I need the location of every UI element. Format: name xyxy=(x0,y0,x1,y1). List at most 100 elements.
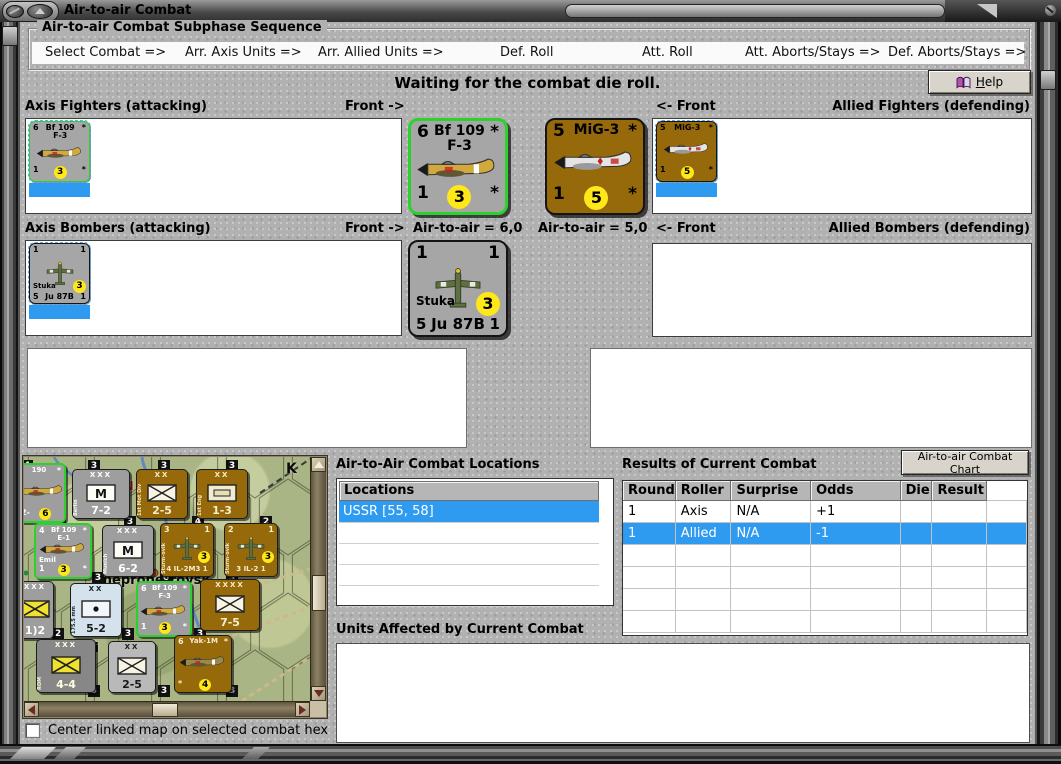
results-header-cell: Roller xyxy=(675,481,732,501)
results-cell xyxy=(901,611,933,632)
border-knob xyxy=(2,26,18,46)
results-cell xyxy=(987,589,1027,610)
dialog-client-area: Air-to-air Combat Subphase Sequence Sele… xyxy=(20,20,1035,744)
map-horizontal-scrollbar[interactable] xyxy=(24,701,310,717)
yak-plane-image xyxy=(179,656,224,667)
results-header-cell: Odds xyxy=(811,481,901,501)
results-row[interactable] xyxy=(623,567,1027,589)
axis-bomber-counter[interactable]: 11 Stuka 3 5 Ju 87B 1 xyxy=(28,242,91,305)
results-row[interactable]: 1 Allied N/A -1 xyxy=(623,523,1027,545)
location-row-empty[interactable] xyxy=(339,523,599,544)
map-unit-counter[interactable]: 190* 2-6 xyxy=(24,463,66,523)
results-cell xyxy=(932,523,988,544)
map-unit-counter[interactable]: 6 Bf 109 F-3 * 1 3 * xyxy=(136,581,192,637)
center-map-option[interactable]: Center linked map on selected combat hex xyxy=(25,723,328,738)
results-cell xyxy=(932,567,988,588)
allied-fighters-list[interactable]: 5 MiG-3 * 1 5 * xyxy=(652,118,1032,214)
location-row-empty[interactable] xyxy=(339,565,599,586)
location-row-empty[interactable] xyxy=(339,544,599,565)
axis-reserve-box xyxy=(27,348,467,448)
allied-front-fighter-counter[interactable]: 5 MiG-3 * 1 5 * xyxy=(545,118,645,215)
system-menu-icon[interactable] xyxy=(6,5,24,18)
militia-symbol: M xyxy=(86,483,116,502)
locations-table[interactable]: Locations USSR [55, 58] xyxy=(336,478,614,607)
map-vertical-scrollbar[interactable] xyxy=(310,457,326,701)
map-unit-counter[interactable]: Munich XXX M 6-2 xyxy=(102,525,154,577)
axis-front-fighter-counter[interactable]: 6 Bf 109 F-3 * 1 3 * xyxy=(408,118,508,215)
window-system-buttons[interactable] xyxy=(2,1,59,22)
map-unit-counter[interactable]: XXXX 7-5 xyxy=(200,579,260,631)
results-row[interactable] xyxy=(623,589,1027,611)
scroll-right-button[interactable] xyxy=(295,702,310,717)
close-icon[interactable] xyxy=(977,4,997,18)
location-row[interactable]: USSR [55, 58] xyxy=(339,501,599,523)
map-unit-counter[interactable]: Sturm-ovik 2 1 33 IL-2 1 xyxy=(224,523,278,577)
window-title: Air-to-air Combat xyxy=(64,3,192,18)
results-table-body[interactable]: 1 Axis N/A +1 1 Allied N/A -1 xyxy=(623,501,1027,633)
map-unit-counter[interactable]: Sturm-ovik 3 1 34 IL-2M3 1 xyxy=(160,523,214,577)
axis-bombers-list[interactable]: 11 Stuka 3 5 Ju 87B 1 xyxy=(25,240,402,336)
locations-column-header[interactable]: Locations xyxy=(339,481,599,501)
allied-bombers-list[interactable] xyxy=(652,243,1032,337)
vertical-scrollbar-thumb[interactable] xyxy=(312,575,326,611)
mig-plane-image xyxy=(554,151,632,170)
axis-fighter-counter[interactable]: 6 Bf 109 F-3 * 1 3 * xyxy=(28,120,91,183)
results-row[interactable] xyxy=(623,611,1027,633)
results-row[interactable] xyxy=(623,545,1027,567)
map-unit-counter[interactable]: Berlin XXX M 7-2 xyxy=(72,469,130,519)
allied-fighter-counter[interactable]: 5 MiG-3 * 1 5 * xyxy=(655,120,718,183)
scrollbar-corner xyxy=(310,701,326,717)
bf109-plane-image xyxy=(140,604,185,616)
arrow-right-icon xyxy=(299,704,306,715)
help-button[interactable]: Help xyxy=(928,70,1031,94)
map-unit-counter[interactable]: ROMXXX1)2 xyxy=(24,581,54,639)
help-book-icon xyxy=(956,76,971,89)
sequence-step: Arr. Allied Units => xyxy=(318,45,444,60)
axis-front-bomber-counter[interactable]: 11 Stuka 3 5 Ju 87B 1 xyxy=(408,240,508,337)
results-header-cell: Surprise xyxy=(731,481,812,501)
axis-fighters-list[interactable]: 6 Bf 109 F-3 * 1 3 * xyxy=(25,118,402,214)
results-panel-title: Results of Current Combat xyxy=(622,457,817,472)
combat-chart-button[interactable]: Air-to-air Combat Chart xyxy=(901,450,1029,476)
results-cell xyxy=(676,545,732,566)
results-cell: +1 xyxy=(811,501,901,522)
map-unit-counter[interactable]: XX 2-5 xyxy=(108,641,156,693)
axis-air-to-air-value: Air-to-air = 6,0 xyxy=(413,221,523,236)
sequence-step: Def. Aborts/Stays => xyxy=(888,45,1027,60)
results-cell: N/A xyxy=(731,523,812,544)
results-cell xyxy=(932,501,988,522)
bf109-plane-image xyxy=(24,485,62,496)
minimize-icon[interactable] xyxy=(27,4,53,19)
scroll-down-button[interactable] xyxy=(311,686,326,701)
allied-fighter-front-label: <- Front xyxy=(656,99,716,114)
horizontal-scrollbar-thumb[interactable] xyxy=(152,703,178,717)
results-cell xyxy=(932,611,988,632)
results-table[interactable]: Round Roller Surprise Odds Die Result 1 Axis N/… xyxy=(622,480,1028,636)
results-header-row: Round Roller Surprise Odds Die Result xyxy=(623,481,1028,501)
center-map-checkbox[interactable] xyxy=(25,723,40,738)
militia-symbol: M xyxy=(113,540,143,559)
map-unit-counter[interactable]: 1st Mot Div XX 2-5 xyxy=(136,469,188,519)
map-unit-counter[interactable]: 4 Bf 109 E-1 * Emil 1 3 * xyxy=(34,523,92,579)
allied-bomber-front-label: <- Front xyxy=(656,221,716,236)
screw-ornament-icon xyxy=(1045,5,1056,16)
map-view[interactable]: DnepropetrovskKriKAINR433323423632333331… xyxy=(24,457,310,701)
location-row-empty[interactable] xyxy=(339,586,599,607)
scroll-up-button[interactable] xyxy=(311,457,326,472)
artillery-symbol xyxy=(81,599,111,618)
scroll-left-button[interactable] xyxy=(24,702,39,717)
titlebar-right-panel xyxy=(945,0,1061,22)
map-unit-counter[interactable]: 175.5 mm XX 5-2 xyxy=(70,583,122,637)
results-cell: Allied xyxy=(676,523,732,544)
infantry-symbol xyxy=(51,655,81,674)
map-unit-counter[interactable]: ROM XXX 4-4 xyxy=(36,639,96,693)
stuka-plane-image xyxy=(237,536,265,560)
results-row[interactable]: 1 Axis N/A +1 xyxy=(623,501,1027,523)
city-label: K xyxy=(286,461,297,477)
map-unit-counter[interactable]: 1st Eng XX 1-3 xyxy=(196,469,248,519)
map-unit-counter[interactable]: 6 Yak-1M * * 4 xyxy=(174,635,232,693)
locations-table-body[interactable]: USSR [55, 58] xyxy=(339,501,611,607)
results-cell xyxy=(623,545,676,566)
infantry-symbol xyxy=(24,599,50,618)
results-cell xyxy=(731,545,812,566)
